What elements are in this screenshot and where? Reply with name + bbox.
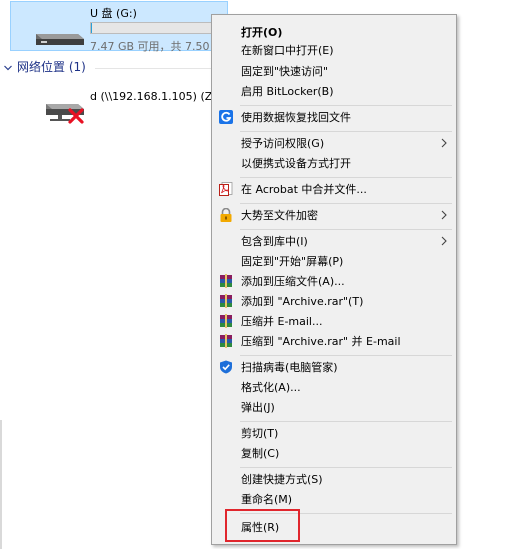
menu-item-label: 以便携式设备方式打开 <box>241 157 351 170</box>
menu-item-label: 在新窗口中打开(E) <box>241 44 334 57</box>
pc-manager-shield-icon <box>220 360 232 374</box>
menu-item-bitlocker[interactable]: 启用 BitLocker(B) <box>215 81 453 102</box>
chevron-right-icon <box>441 138 447 148</box>
winrar-icon <box>220 314 232 328</box>
menu-item-pin-quick-access[interactable]: 固定到"快速访问" <box>215 61 453 82</box>
menu-item-rename[interactable]: 重命名(M) <box>215 489 453 510</box>
menu-item-format[interactable]: 格式化(A)... <box>215 377 453 398</box>
menu-item-label: 添加到 "Archive.rar"(T) <box>241 295 364 308</box>
menu-separator <box>240 355 452 356</box>
menu-item-label: 包含到库中(I) <box>241 235 308 248</box>
menu-item-pin-start[interactable]: 固定到"开始"屏幕(P) <box>215 251 453 272</box>
menu-item-acrobat-combine[interactable]: 在 Acrobat 中合并文件... <box>215 179 453 200</box>
menu-item-add-archive-rar[interactable]: 添加到 "Archive.rar"(T) <box>215 291 453 312</box>
winrar-icon <box>220 294 232 308</box>
acrobat-icon <box>219 182 233 196</box>
winrar-icon <box>220 274 232 288</box>
menu-item-label: 在 Acrobat 中合并文件... <box>241 183 367 196</box>
menu-item-label: 添加到压缩文件(A)... <box>241 275 345 288</box>
menu-item-label: 授予访问权限(G) <box>241 137 325 150</box>
drive-name: U 盘 (G:) <box>90 7 137 20</box>
menu-separator <box>240 203 452 204</box>
menu-item-label: 扫描病毒(电脑管家) <box>241 361 338 374</box>
menu-separator <box>240 105 452 106</box>
menu-item-open-new-window[interactable]: 在新窗口中打开(E) <box>215 40 453 61</box>
menu-item-eject[interactable]: 弹出(J) <box>215 397 453 418</box>
winrar-icon <box>220 334 232 348</box>
usb-drive-icon <box>36 34 84 45</box>
context-menu: 打开(O) 在新窗口中打开(E) 固定到"快速访问" 启用 BitLocker(… <box>211 14 457 545</box>
recovery-app-icon <box>219 110 233 124</box>
menu-item-label: 复制(C) <box>241 447 280 460</box>
disconnected-network-drive-icon[interactable] <box>44 94 88 126</box>
menu-item-label: 压缩并 E-mail... <box>241 315 323 328</box>
chevron-right-icon <box>441 236 447 246</box>
menu-item-label: 启用 BitLocker(B) <box>241 85 334 98</box>
menu-separator <box>240 421 452 422</box>
menu-item-label: 打开(O) <box>241 26 283 39</box>
menu-item-cut[interactable]: 剪切(T) <box>215 423 453 444</box>
menu-item-compress-rar-email[interactable]: 压缩到 "Archive.rar" 并 E-mail <box>215 331 453 352</box>
menu-item-label: 固定到"开始"屏幕(P) <box>241 255 344 268</box>
properties-highlight-box <box>225 509 300 542</box>
menu-item-label: 格式化(A)... <box>241 381 301 394</box>
menu-item-label: 大势至文件加密 <box>241 209 318 222</box>
menu-separator <box>240 229 452 230</box>
menu-item-label: 创建快捷方式(S) <box>241 473 323 486</box>
menu-item-label: 使用数据恢复找回文件 <box>241 111 351 124</box>
network-drive-name: d (\\192.168.1.105) (Z:) <box>90 90 221 103</box>
menu-item-include-library[interactable]: 包含到库中(I) <box>215 231 453 252</box>
menu-item-data-recovery[interactable]: 使用数据恢复找回文件 <box>215 107 453 128</box>
menu-item-label: 重命名(M) <box>241 493 293 506</box>
menu-separator <box>240 131 452 132</box>
menu-separator <box>240 467 452 468</box>
network-locations-title: 网络位置 (1) <box>17 60 86 74</box>
menu-item-open-portable[interactable]: 以便携式设备方式打开 <box>215 153 453 174</box>
lock-icon <box>220 208 232 222</box>
drive-usage-fill <box>91 23 92 33</box>
menu-separator <box>240 177 452 178</box>
menu-item-add-archive[interactable]: 添加到压缩文件(A)... <box>215 271 453 292</box>
drive-usage-bar <box>90 22 220 34</box>
menu-item-scan-virus[interactable]: 扫描病毒(电脑管家) <box>215 357 453 378</box>
menu-item-dashi-encrypt[interactable]: 大势至文件加密 <box>215 205 453 226</box>
menu-item-copy[interactable]: 复制(C) <box>215 443 453 464</box>
menu-item-label: 压缩到 "Archive.rar" 并 E-mail <box>241 335 401 348</box>
chevron-right-icon <box>441 210 447 220</box>
menu-item-label: 固定到"快速访问" <box>241 65 329 78</box>
menu-item-create-shortcut[interactable]: 创建快捷方式(S) <box>215 469 453 490</box>
network-locations-group-header[interactable]: 网络位置 (1) <box>4 58 210 76</box>
drive-free-space: 7.47 GB 可用，共 7.50 G <box>90 40 222 53</box>
menu-item-label: 剪切(T) <box>241 427 279 440</box>
window-left-edge <box>0 420 2 549</box>
menu-item-label: 弹出(J) <box>241 401 275 414</box>
menu-item-compress-email[interactable]: 压缩并 E-mail... <box>215 311 453 332</box>
menu-item-grant-access[interactable]: 授予访问权限(G) <box>215 133 453 154</box>
group-header-divider <box>95 68 215 69</box>
chevron-down-icon <box>4 65 12 70</box>
